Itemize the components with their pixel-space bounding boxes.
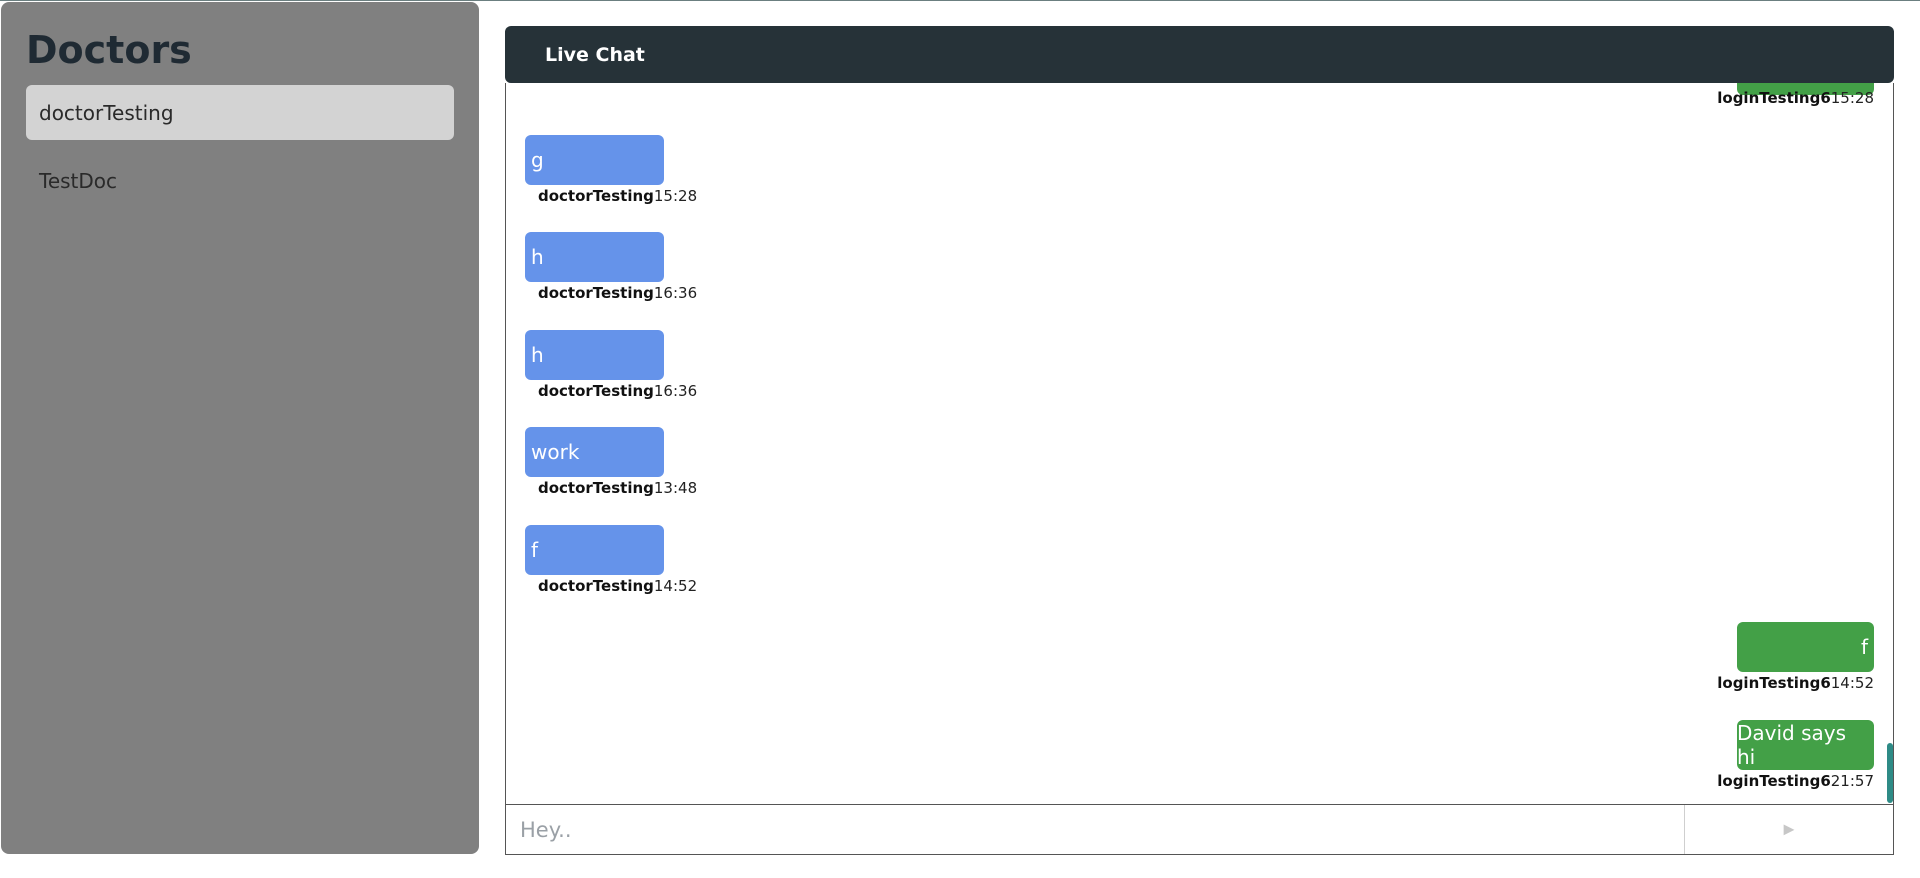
message-text: g (531, 148, 544, 172)
message-sender: doctorTesting (538, 187, 654, 205)
message-bubble-outgoing: David says hi (1737, 720, 1874, 770)
message-sender: loginTesting6 (1717, 674, 1831, 692)
message-sender: doctorTesting (538, 284, 654, 302)
message-time: 14:52 (653, 577, 698, 595)
message-bubble-incoming: h (525, 232, 664, 282)
message-sender: doctorTesting (538, 382, 654, 400)
message-meta: doctorTesting16:36 (538, 284, 697, 302)
message-meta: loginTesting614:52 (1717, 674, 1874, 692)
message-input[interactable] (506, 805, 1684, 854)
message-time: 13:48 (653, 479, 698, 497)
message-meta: doctorTesting16:36 (538, 382, 697, 400)
message-text: f (531, 538, 539, 562)
message-sender: doctorTesting (538, 577, 654, 595)
doctor-item-testdoc[interactable]: TestDoc (26, 153, 454, 208)
message-time: 15:28 (653, 187, 698, 205)
message-sender: loginTesting6 (1717, 89, 1831, 107)
message-meta: doctorTesting13:48 (538, 479, 697, 497)
send-button[interactable]: ► (1684, 805, 1893, 854)
message-text: David says hi (1737, 721, 1847, 769)
message-text: work (531, 440, 580, 464)
doctor-item-label: doctorTesting (39, 100, 174, 125)
message-bubble-incoming: h (525, 330, 664, 380)
doctor-item-doctortesting[interactable]: doctorTesting (26, 85, 454, 140)
message-text: h (531, 343, 544, 367)
message-sender: loginTesting6 (1717, 772, 1831, 790)
message-text: f (1860, 635, 1868, 659)
message-meta: loginTesting621:57 (1717, 772, 1874, 790)
chat-scrollbar-thumb[interactable] (1887, 743, 1893, 803)
message-bubble-incoming: f (525, 525, 664, 575)
message-meta: doctorTesting15:28 (538, 187, 697, 205)
message-meta: doctorTesting14:52 (538, 577, 697, 595)
composer: ► (505, 804, 1894, 855)
message-time: 21:57 (1830, 772, 1874, 790)
chat-header: Live Chat (505, 26, 1894, 83)
send-arrow-icon: ► (1780, 819, 1798, 839)
doctor-item-label: TestDoc (39, 168, 118, 193)
message-bubble-incoming: work (525, 427, 664, 477)
message-time: 16:36 (653, 382, 698, 400)
message-time: 14:52 (1830, 674, 1874, 692)
message-bubble-incoming: g (525, 135, 664, 185)
message-text: h (531, 245, 544, 269)
message-bubble-outgoing: f (1737, 622, 1874, 672)
doctors-sidebar: Doctors doctorTesting TestDoc (1, 2, 479, 854)
message-time: 15:28 (1830, 89, 1874, 107)
message-time: 16:36 (653, 284, 698, 302)
chat-messages[interactable]: loginTesting615:28 g doctorTesting15:28 … (505, 83, 1894, 804)
message-meta: loginTesting615:28 (1717, 89, 1874, 107)
sidebar-title: Doctors (26, 28, 192, 72)
message-sender: doctorTesting (538, 479, 654, 497)
top-divider (0, 0, 1920, 1)
chat-title: Live Chat (545, 43, 645, 66)
